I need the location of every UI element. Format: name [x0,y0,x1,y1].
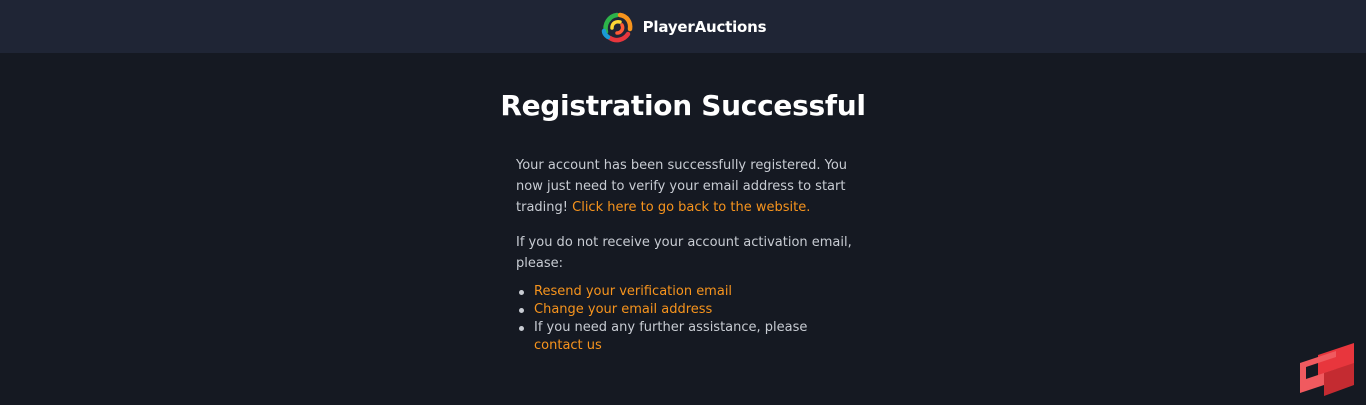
intro-paragraph: Your account has been successfully regis… [516,155,852,218]
contact-us-link[interactable]: contact us [534,338,602,353]
message-column: Your account has been successfully regis… [516,155,852,355]
brand-name: PlayerAuctions [642,17,767,36]
top-header: PlayerAuctions [0,0,1366,53]
page-title: Registration Successful [500,89,866,122]
playerauctions-logo-icon [601,12,633,42]
back-to-website-link[interactable]: Click here to go back to the website. [572,200,810,215]
resend-verification-link[interactable]: Resend your verification email [534,284,732,299]
assistance-text: If you need any further assistance, plea… [534,320,808,335]
main-content: Registration Successful Your account has… [0,53,1366,405]
list-item: Resend your verification email [519,283,852,301]
change-email-link[interactable]: Change your email address [534,302,712,317]
brand[interactable]: PlayerAuctions [600,10,767,44]
list-item: If you need any further assistance, plea… [519,319,852,355]
list-item: Change your email address [519,301,852,319]
support-widget-icon[interactable] [1300,343,1356,396]
action-list: Resend your verification email Change yo… [516,283,852,355]
instruction-text: If you do not receive your account activ… [516,235,852,271]
